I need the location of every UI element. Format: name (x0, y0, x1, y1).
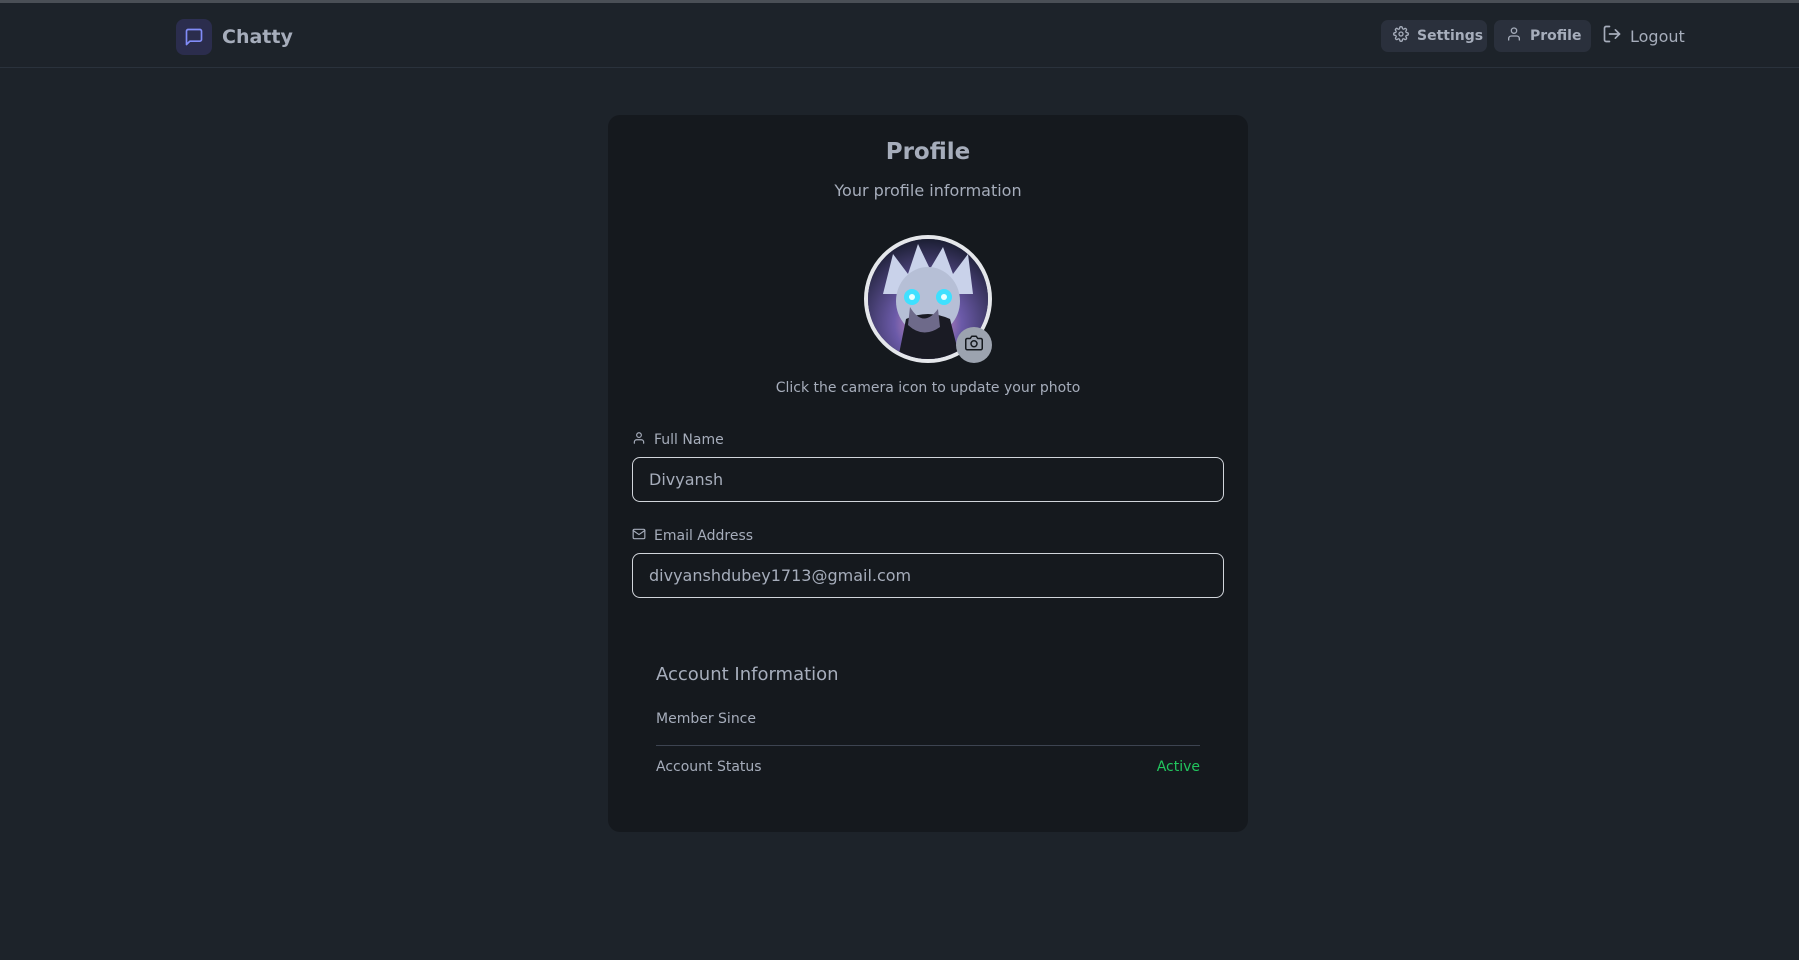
app-name: Chatty (222, 26, 293, 48)
user-icon (632, 431, 654, 449)
navbar: Chatty Settings Profile Logout (0, 3, 1799, 68)
camera-icon (965, 334, 983, 356)
full-name-label-text: Full Name (654, 432, 724, 448)
status-badge: Active (1156, 759, 1200, 775)
settings-button[interactable]: Settings (1381, 20, 1487, 52)
logout-icon (1602, 24, 1630, 48)
member-since-label: Member Since (656, 711, 756, 727)
mail-icon (632, 527, 654, 545)
email-label: Email Address (632, 527, 753, 545)
brand-link[interactable]: Chatty (176, 19, 293, 55)
email-label-text: Email Address (654, 528, 754, 544)
logout-button[interactable]: Logout (1602, 20, 1685, 52)
account-status-row: Account Status Active (656, 759, 1200, 775)
account-information-title: Account Information (656, 664, 839, 685)
profile-label: Profile (1530, 28, 1582, 44)
email-field[interactable]: divyanshdubey1713@gmail.com (632, 553, 1224, 598)
user-icon (1506, 26, 1530, 46)
logout-label: Logout (1630, 26, 1685, 46)
profile-button[interactable]: Profile (1494, 20, 1591, 52)
gear-icon (1393, 26, 1417, 46)
full-name-label: Full Name (632, 431, 724, 449)
account-information-section: Account Information Member Since Account… (632, 635, 1224, 815)
camera-button[interactable] (956, 327, 992, 363)
settings-label: Settings (1417, 28, 1484, 44)
profile-card: Profile Your profile information Click t… (608, 115, 1248, 832)
account-status-label: Account Status (656, 759, 762, 775)
page-title: Profile (885, 139, 971, 165)
avatar-hint: Click the camera icon to update your pho… (775, 380, 1081, 396)
full-name-field[interactable]: Divyansh (632, 457, 1224, 502)
page-subtitle: Your profile information (834, 181, 1022, 200)
avatar-container (864, 235, 992, 363)
message-square-icon (176, 19, 212, 55)
member-since-row: Member Since (656, 711, 1200, 746)
